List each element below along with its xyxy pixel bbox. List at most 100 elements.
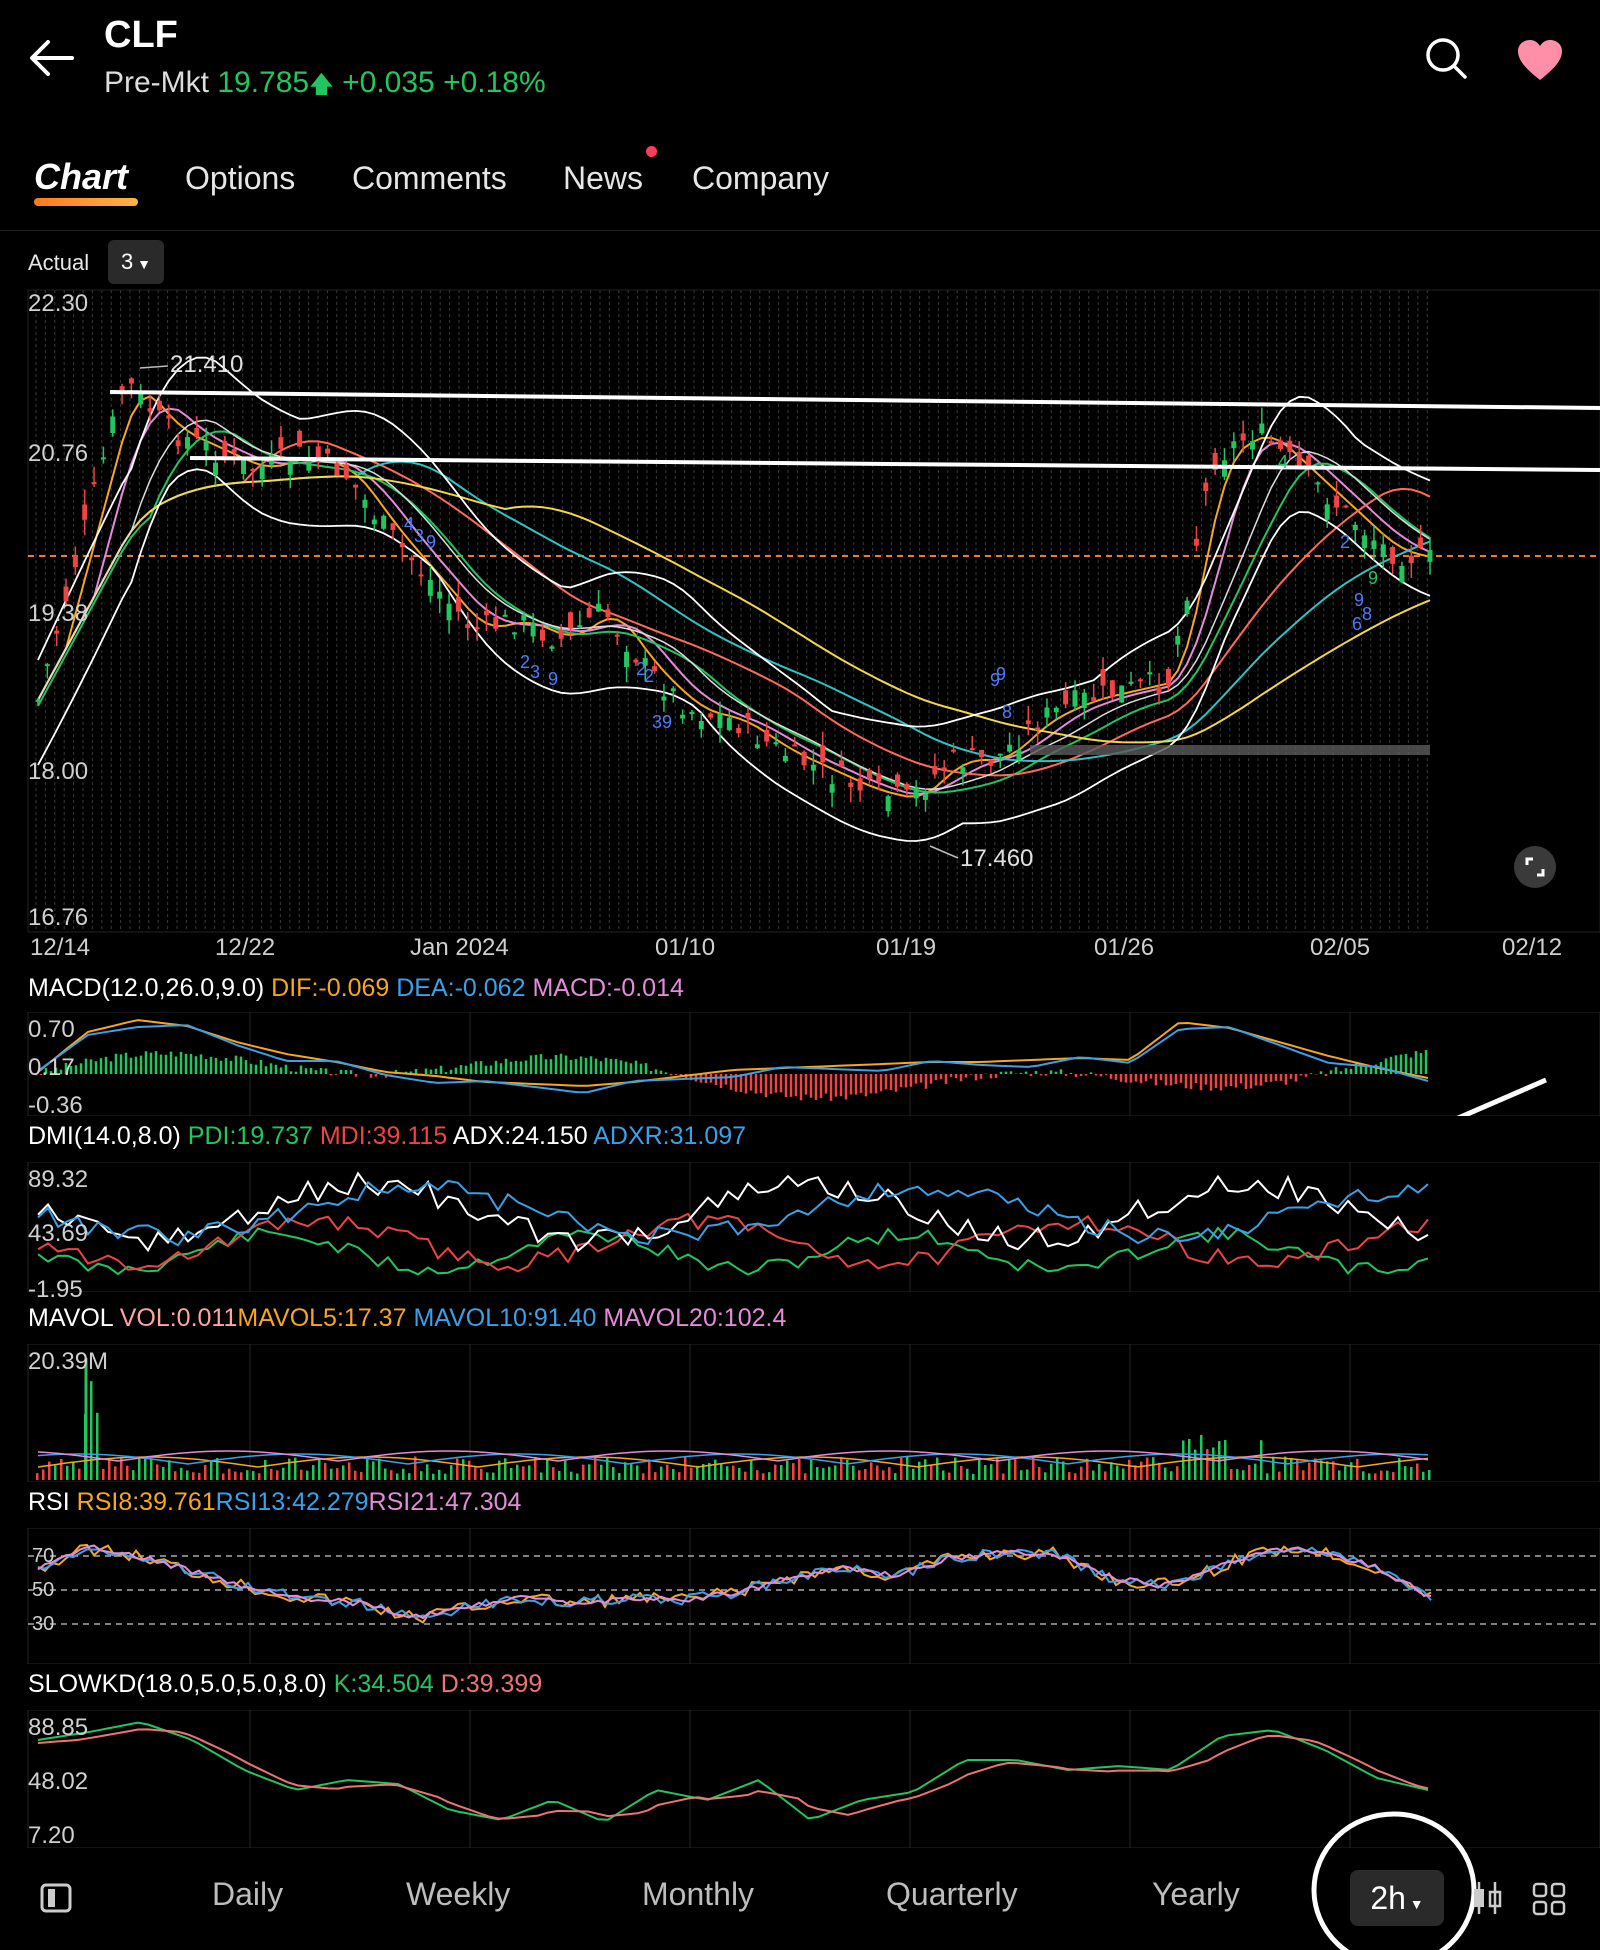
search-button[interactable] [1424,36,1468,80]
volume-bar [612,1467,615,1480]
period-yearly[interactable]: Yearly [1152,1876,1240,1913]
tab-company[interactable]: Company [692,160,829,197]
back-button[interactable] [28,38,76,78]
period-daily[interactable]: Daily [212,1876,283,1913]
watchlist-button[interactable] [1516,38,1564,82]
tab-news[interactable]: News [563,160,643,197]
period-quarterly[interactable]: Quarterly [886,1876,1018,1913]
volume-bar [342,1465,345,1480]
volume-bar [102,1468,105,1480]
low-label-leader [929,845,959,859]
candle-body [1259,423,1265,434]
x-tick: 02/05 [1310,934,1371,961]
candle-body [502,614,508,617]
volume-bar [786,1460,789,1480]
candle-body [1408,555,1414,564]
ticker-symbol: CLF [104,14,178,56]
volume-bar [246,1470,249,1480]
volume-bar [138,1457,141,1480]
volume-bar [690,1467,693,1480]
volume-bar [1176,1466,1179,1480]
candle-body [213,462,219,475]
candle-body [1016,750,1022,761]
premarket-price: 19.785 [217,66,310,99]
volume-bar [732,1465,735,1480]
candle-body [820,745,826,763]
volume-bar [936,1457,939,1480]
tab-options[interactable]: Options [185,160,295,197]
expand-icon [1525,857,1545,877]
rsi-grid [27,1528,1600,1664]
candle-body [72,555,78,568]
candle-body [44,664,50,667]
candle-body [1418,537,1424,548]
candle-body [1362,535,1368,549]
mavol20: MAVOL20:102.4 [603,1304,787,1332]
volume-bar [888,1467,891,1480]
rsi-panel[interactable] [0,1528,1600,1664]
candle-body [381,515,387,529]
dmi-panel[interactable] [0,1162,1600,1292]
candle-body [801,751,807,766]
volume-y-tick: 20.39M [28,1348,109,1375]
volume-bar [912,1468,915,1480]
price-chart[interactable]: 43 92 3 9 223 9989492986 21.410 17.460 [0,280,1600,980]
tab-comments[interactable]: Comments [352,160,507,197]
volume-bar [738,1467,741,1480]
rsi-legend[interactable]: RSI RSI8:39.761RSI13:42.279RSI21:47.304 [28,1488,521,1517]
volume-bar [1374,1473,1377,1480]
volume-bar [852,1465,855,1480]
candle-body [1390,547,1396,564]
tab-chart[interactable]: Chart [34,156,128,198]
panel-icon [40,1883,72,1913]
bollinger-upper [37,356,1431,728]
macd-y-tick: -0.36 [28,1092,83,1119]
candle-body [250,469,256,472]
candle-body [399,543,405,548]
volume-grid [27,1344,1600,1482]
high-label: 21.410 [170,351,243,378]
fullscreen-button[interactable] [1514,846,1556,888]
volume-bar [114,1466,117,1480]
slowkd-y-tick: 7.20 [28,1822,75,1849]
macd-panel[interactable] [0,1012,1600,1116]
volume-bar [1338,1470,1341,1480]
slowkd-legend[interactable]: SLOWKD(18.0,5.0,5.0,8.0) K:34.504 D:39.3… [28,1670,542,1699]
low-label: 17.460 [960,845,1033,872]
volume-panel[interactable] [0,1344,1600,1482]
candle-body [222,441,228,458]
candle-body [1184,600,1190,615]
chart-type-button[interactable] [1470,1880,1504,1916]
sequence-label: 2 [644,666,654,686]
candle-body [371,519,377,525]
period-weekly[interactable]: Weekly [406,1876,510,1913]
candle-body [390,523,396,530]
volume-bar [1344,1466,1347,1480]
volume-bar [540,1472,543,1480]
volume-bar [276,1470,279,1480]
candle-body [1007,744,1013,752]
mavol-legend[interactable]: MAVOL VOL:0.011MAVOL5:17.37 MAVOL10:91.4… [28,1304,786,1333]
dmi-legend[interactable]: DMI(14.0,8.0) PDI:19.737 MDI:39.115 ADX:… [28,1122,746,1151]
macd-legend[interactable]: MACD(12.0,26.0,9.0) DIF:-0.069 DEA:-0.06… [28,974,684,1003]
volume-bar [1428,1469,1431,1480]
volume-bar [390,1470,393,1480]
candle-body [717,713,723,728]
volume-bar [468,1460,471,1480]
candle-body [736,728,742,734]
high-label-leader [139,365,169,369]
volume-bar [66,1465,69,1480]
candle-body [175,440,181,447]
candle-body [558,630,564,639]
layout-grid-button[interactable] [1532,1882,1566,1916]
candle-body [1427,550,1433,562]
y-tick: 19.38 [28,600,89,627]
volume-bar [558,1470,561,1480]
chart-settings-dropdown[interactable]: 3 ▼ [108,240,164,284]
side-panel-toggle[interactable] [40,1882,72,1914]
candle-body [1053,707,1059,713]
period-monthly[interactable]: Monthly [642,1876,754,1913]
volume-bar [126,1465,129,1480]
volume-bar [744,1471,747,1480]
volume-bar [876,1465,879,1480]
